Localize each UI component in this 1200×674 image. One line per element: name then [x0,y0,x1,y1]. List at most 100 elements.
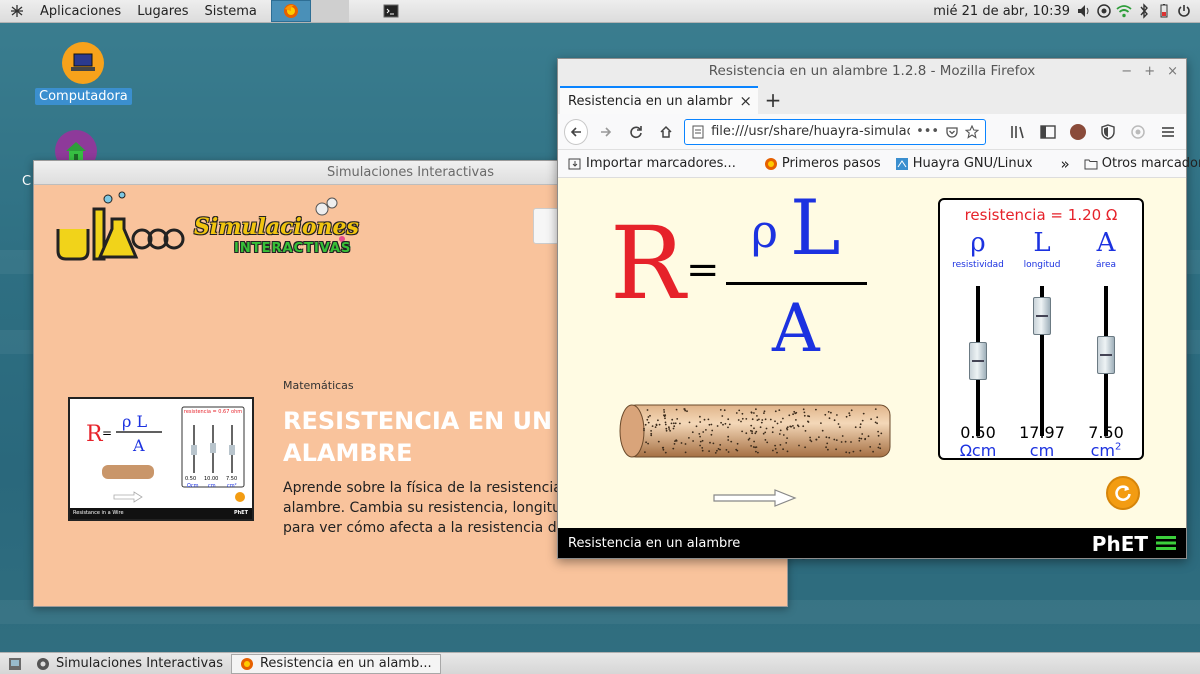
extension-button[interactable] [1096,119,1120,145]
launcher-blank[interactable] [310,0,349,22]
wire-impurity-dot [691,431,694,434]
length-slider-thumb[interactable] [1033,297,1051,336]
wire-impurity-dot [764,439,767,441]
wire-impurity-dot [756,415,758,417]
wire-impurity-dot [793,427,795,429]
control-panel: resistencia = 1.20 Ω ρ resistividad 0.50… [938,198,1144,460]
volume-icon[interactable] [1076,3,1092,19]
minimize-icon[interactable]: − [1121,59,1132,84]
formula-L: L [790,183,841,272]
wire-impurity-dot [785,442,788,444]
wire-impurity-dot [859,449,862,452]
thumb-value-L: 10.00 [204,476,219,482]
bookmark-import[interactable]: Importar marcadores... [568,156,736,171]
library-button[interactable] [1006,119,1030,145]
wire-impurity-dot [705,429,707,431]
wire-impurity-dot [735,448,738,451]
menu-applications[interactable]: Aplicaciones [32,4,129,19]
wire-impurity-dot [764,418,767,421]
firefox-icon [764,157,777,170]
bookmark-star-icon[interactable] [965,124,980,139]
bookmarks-overflow[interactable]: » [1061,155,1070,173]
reload-button[interactable] [624,119,648,145]
url-text[interactable]: file:///usr/share/huayra-simulacio [711,124,910,139]
wire-impurity-dot [701,439,704,442]
slider-label: longitud [1023,260,1061,270]
wire-impurity-dot [782,448,784,451]
taskbar-item-simulaciones[interactable]: Simulaciones Interactivas [28,654,231,674]
area-slider-thumb[interactable] [1097,336,1115,375]
pocket-icon[interactable] [945,125,959,139]
clock[interactable]: mié 21 de abr, 10:39 [927,4,1076,19]
firefox-titlebar[interactable]: Resistencia en un alambre 1.2.8 - Mozill… [558,59,1186,84]
huayra-logo-icon[interactable] [8,2,26,20]
wire-impurity-dot [716,449,718,452]
bookmark-other[interactable]: Otros marcadores [1084,156,1200,171]
home-button[interactable] [654,119,678,145]
extension-button-2[interactable] [1126,119,1150,145]
reset-button[interactable] [1106,476,1140,510]
simulation-title[interactable]: RESISTENCIA EN UN ALAMBRE [283,405,563,469]
wire-impurity-dot [655,423,658,426]
tab-close-icon[interactable]: × [739,92,752,110]
back-button[interactable] [564,118,589,145]
wire-impurity-dot [707,418,710,421]
wire-impurity-dot [848,412,851,414]
taskbar-item-firefox[interactable]: Resistencia en un alamb... [230,653,441,674]
account-button[interactable] [1066,119,1090,145]
wire-impurity-dot [657,440,660,443]
wire-impurity-dot [807,421,810,423]
svg-text:=: = [102,426,112,440]
slider-value: 17.97 [1019,423,1065,442]
phet-logo[interactable]: PhET [1092,532,1148,556]
bookmark-getting-started[interactable]: Primeros pasos [764,156,881,171]
wire-impurity-dot [828,436,831,439]
simulation-thumbnail[interactable]: R = ρ L A resistencia = 0.67 ohm 0.50 10… [68,397,254,521]
power-icon[interactable] [1176,3,1192,19]
wire-impurity-dot [763,410,766,413]
slider-symbol: L [1033,228,1051,258]
thumbnail-preview-icon: R = ρ L A [86,406,245,503]
wire-impurity-dot [778,409,781,411]
forward-button[interactable] [594,119,618,145]
desktop-icon-computer[interactable]: Computadora [35,42,132,105]
battery-icon[interactable] [1156,3,1172,19]
new-tab-button[interactable]: + [758,86,788,114]
scroll-button[interactable] [533,208,559,244]
wire-impurity-dot [719,448,721,451]
close-icon[interactable]: × [1167,59,1178,84]
wire-impurity-dot [858,437,861,440]
slider-unit: Ωcm [959,441,997,460]
wire-impurity-dot [874,421,877,424]
show-desktop-icon[interactable] [8,657,22,671]
wire-impurity-dot [702,431,705,433]
menu-system[interactable]: Sistema [197,4,265,19]
bluetooth-icon[interactable] [1136,3,1152,19]
wire-impurity-dot [721,415,724,417]
page-actions-icon[interactable]: ••• [916,124,939,139]
url-bar[interactable]: file:///usr/share/huayra-simulacio ••• [684,118,987,145]
wifi-icon[interactable] [1116,3,1132,19]
phet-menu-icon[interactable] [1156,536,1176,550]
resistivity-slider-thumb[interactable] [969,342,987,380]
wire-impurity-dot [657,419,659,422]
record-icon[interactable] [1096,3,1112,19]
menu-places[interactable]: Lugares [129,4,196,19]
tab-simulation[interactable]: Resistencia en un alambre 1 × [560,86,758,114]
wire-impurity-dot [837,423,840,425]
description-line: para ver cómo afecta a la resistencia de… [283,520,563,536]
sidebar-button[interactable] [1036,119,1060,145]
wire-impurity-dot [664,451,667,454]
maximize-icon[interactable]: + [1144,59,1155,84]
launcher-firefox[interactable] [270,0,311,22]
wire-impurity-dot [658,423,661,426]
launcher-terminal[interactable] [379,0,403,22]
bookmark-huayra[interactable]: Huayra GNU/Linux [895,156,1033,171]
page-info-icon[interactable] [691,125,705,139]
system-tray [1076,3,1200,19]
wire-impurity-dot [797,425,800,428]
wire-impurity-dot [870,418,872,420]
menu-button[interactable] [1156,119,1180,145]
wire-impurity-dot [860,437,863,440]
wire-impurity-dot [723,409,726,412]
